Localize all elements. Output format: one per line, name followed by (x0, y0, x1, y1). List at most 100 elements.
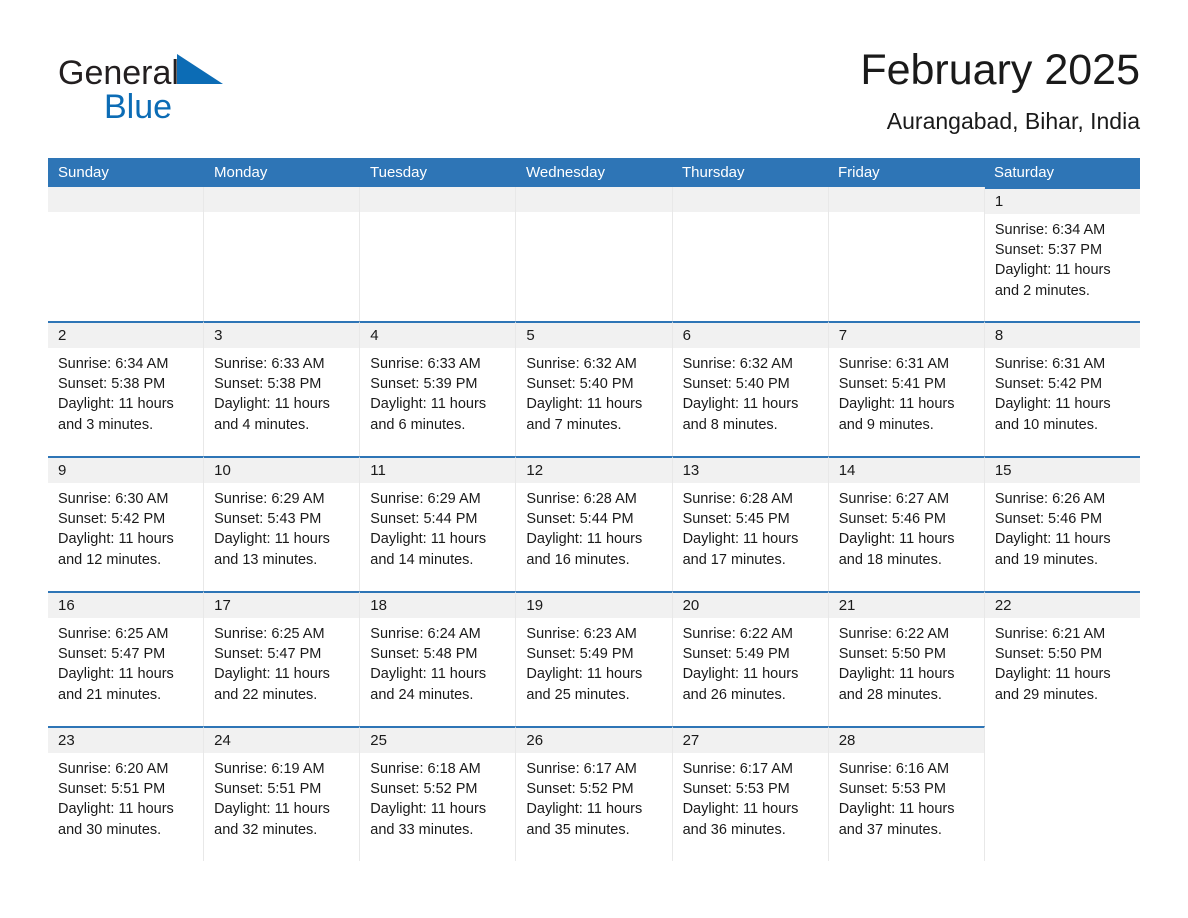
brand-logo-bottom-row: Blue (58, 86, 378, 128)
day-details: Sunrise: 6:34 AM Sunset: 5:38 PM Daylight:… (48, 348, 203, 435)
day-cell[interactable]: 23 Sunrise: 6:20 AM Sunset: 5:51 PM Dayligh… (48, 726, 205, 861)
day-cell[interactable]: 15 Sunrise: 6:26 AM Sunset: 5:46 PM Dayligh… (984, 456, 1140, 591)
day-cell[interactable]: 8 Sunrise: 6:31 AM Sunset: 5:42 PM Daylight… (984, 321, 1140, 456)
day-cell[interactable]: 18 Sunrise: 6:24 AM Sunset: 5:48 PM Dayligh… (360, 591, 517, 726)
day-number-band: 4 (360, 323, 516, 348)
day-number: 17 (214, 597, 231, 614)
daylight-text-line2: and 10 minutes. (994, 416, 1099, 433)
calendar-week-row: 16 Sunrise: 6:25 AM Sunset: 5:47 PM Dayligh… (48, 591, 1140, 726)
day-number: 14 (838, 462, 856, 479)
day-number-band: 24 (204, 728, 360, 753)
day-details: Sunrise: 6:29 AM Sunset: 5:44 PM Daylight:… (360, 483, 515, 570)
daylight-text-line2: and 25 minutes. (526, 686, 630, 703)
day-cell[interactable]: 2 Sunrise: 6:34 AM Sunset: 5:38 PM Daylight… (48, 321, 205, 456)
day-cell-empty (204, 187, 361, 321)
weekday-header-monday: Monday (214, 164, 268, 181)
day-cell[interactable]: 7 Sunrise: 6:31 AM Sunset: 5:41 PM Daylight… (828, 321, 985, 456)
daylight-text-line2: and 4 minutes. (214, 416, 310, 433)
day-cell[interactable]: 13 Sunrise: 6:28 AM Sunset: 5:45 PM Dayligh… (672, 456, 829, 591)
daylight-text-line2: and 36 minutes. (682, 821, 786, 838)
day-cell[interactable]: 11 Sunrise: 6:29 AM Sunset: 5:44 PM Dayligh… (360, 456, 517, 591)
day-cell[interactable]: 25 Sunrise: 6:18 AM Sunset: 5:52 PM Dayligh… (360, 726, 517, 861)
daylight-text-line2: and 18 minutes. (838, 551, 942, 568)
daylight-text-line2: and 3 minutes. (58, 416, 154, 433)
daylight-text-line1: Daylight: 11 hours (682, 531, 799, 548)
day-cell[interactable]: 20 Sunrise: 6:22 AM Sunset: 5:49 PM Dayligh… (672, 591, 829, 726)
daylight-text-line1: Daylight: 11 hours (58, 396, 174, 413)
sunrise-text: Sunrise: 6:17 AM (682, 761, 793, 777)
sunset-text: Sunset: 5:40 PM (526, 376, 634, 393)
daylight-text-line1: Daylight: 11 hours (682, 396, 799, 413)
daylight-text-line1: Daylight: 11 hours (370, 396, 487, 413)
day-number-band: 8 (984, 323, 1140, 348)
calendar-week-row: 23 Sunrise: 6:20 AM Sunset: 5:51 PM Dayligh… (48, 726, 1140, 861)
sunset-text: Sunset: 5:43 PM (214, 511, 322, 528)
day-cell[interactable]: 19 Sunrise: 6:23 AM Sunset: 5:49 PM Dayligh… (516, 591, 673, 726)
day-cell-empty (984, 726, 1140, 861)
daylight-text-line2: and 22 minutes. (214, 686, 318, 703)
day-number: 8 (994, 327, 1004, 344)
sunset-text: Sunset: 5:42 PM (994, 376, 1103, 393)
daylight-text-line2: and 19 minutes. (994, 551, 1099, 568)
day-number-band: 18 (360, 593, 516, 618)
day-details: Sunrise: 6:34 AM Sunset: 5:37 PM Daylight:… (985, 214, 1140, 301)
day-number: 18 (370, 597, 387, 614)
day-details: Sunrise: 6:23 AM Sunset: 5:49 PM Daylight:… (516, 618, 671, 705)
day-cell[interactable]: 9 Sunrise: 6:30 AM Sunset: 5:42 PM Daylight… (48, 456, 205, 591)
day-cell[interactable]: 14 Sunrise: 6:27 AM Sunset: 5:46 PM Dayligh… (828, 456, 985, 591)
day-cell[interactable]: 28 Sunrise: 6:16 AM Sunset: 5:53 PM Dayligh… (828, 726, 985, 861)
sunrise-text: Sunrise: 6:18 AM (370, 761, 481, 777)
sunrise-text: Sunrise: 6:26 AM (994, 491, 1106, 507)
sunrise-text: Sunrise: 6:34 AM (58, 356, 169, 372)
daylight-text-line2: and 8 minutes. (682, 416, 778, 433)
day-details: Sunrise: 6:22 AM Sunset: 5:49 PM Daylight:… (673, 618, 828, 705)
day-details: Sunrise: 6:22 AM Sunset: 5:50 PM Daylight:… (829, 618, 984, 705)
day-cell[interactable]: 6 Sunrise: 6:32 AM Sunset: 5:40 PM Daylight… (672, 321, 829, 456)
day-number: 27 (682, 732, 700, 749)
day-cell[interactable]: 12 Sunrise: 6:28 AM Sunset: 5:44 PM Dayligh… (516, 456, 673, 591)
day-cell[interactable]: 3 Sunrise: 6:33 AM Sunset: 5:38 PM Daylight… (204, 321, 361, 456)
day-cell[interactable]: 4 Sunrise: 6:33 AM Sunset: 5:39 PM Daylight… (360, 321, 517, 456)
day-details: Sunrise: 6:30 AM Sunset: 5:42 PM Daylight:… (48, 483, 203, 570)
sunrise-text: Sunrise: 6:31 AM (994, 356, 1106, 372)
day-number-band: 3 (204, 323, 360, 348)
day-cell[interactable]: 10 Sunrise: 6:29 AM Sunset: 5:43 PM Dayligh… (204, 456, 361, 591)
sunrise-text: Sunrise: 6:22 AM (682, 626, 793, 642)
sunset-text: Sunset: 5:48 PM (370, 646, 478, 663)
sunset-text: Sunset: 5:37 PM (994, 242, 1103, 259)
day-cell[interactable]: 5 Sunrise: 6:32 AM Sunset: 5:40 PM Daylight… (516, 321, 673, 456)
day-number-band: 6 (672, 323, 828, 348)
day-cell-empty (360, 187, 517, 321)
day-cell[interactable]: 21 Sunrise: 6:22 AM Sunset: 5:50 PM Dayligh… (828, 591, 985, 726)
daylight-text-line2: and 21 minutes. (58, 686, 162, 703)
day-details: Sunrise: 6:31 AM Sunset: 5:41 PM Daylight:… (829, 348, 984, 435)
day-number: 16 (58, 597, 75, 614)
day-number: 4 (370, 327, 379, 344)
daylight-text-line2: and 6 minutes. (370, 416, 466, 433)
day-cell[interactable]: 24 Sunrise: 6:19 AM Sunset: 5:51 PM Dayligh… (204, 726, 361, 861)
day-cell[interactable]: 22 Sunrise: 6:21 AM Sunset: 5:50 PM Dayligh… (984, 591, 1140, 726)
sunrise-text: Sunrise: 6:34 AM (994, 222, 1106, 238)
page-header: General Blue February 2025 Aurangabad, B… (48, 44, 1140, 148)
daylight-text-line2: and 13 minutes. (214, 551, 318, 568)
daylight-text-line2: and 24 minutes. (370, 686, 474, 703)
day-number-band: 16 (48, 593, 204, 618)
weekday-header-tuesday: Tuesday (370, 164, 427, 181)
day-cell[interactable]: 26 Sunrise: 6:17 AM Sunset: 5:52 PM Dayligh… (516, 726, 673, 861)
day-details: Sunrise: 6:29 AM Sunset: 5:43 PM Daylight:… (204, 483, 359, 570)
day-cell[interactable]: 17 Sunrise: 6:25 AM Sunset: 5:47 PM Dayligh… (204, 591, 361, 726)
day-number-band: 22 (984, 593, 1140, 618)
calendar-weeks: 1 Sunrise: 6:34 AM Sunset: 5:37 PM Daylight… (48, 187, 1140, 861)
day-number-band-empty (360, 187, 516, 212)
sunrise-text: Sunrise: 6:29 AM (214, 491, 325, 507)
day-cell[interactable]: 1 Sunrise: 6:34 AM Sunset: 5:37 PM Daylight… (984, 187, 1140, 321)
day-number-band: 15 (984, 458, 1140, 483)
sunset-text: Sunset: 5:42 PM (58, 511, 166, 528)
sunrise-text: Sunrise: 6:24 AM (370, 626, 481, 642)
day-cell[interactable]: 16 Sunrise: 6:25 AM Sunset: 5:47 PM Dayligh… (48, 591, 205, 726)
brand-logo[interactable]: General Blue (58, 52, 378, 138)
sunset-text: Sunset: 5:40 PM (682, 376, 790, 393)
daylight-text-line1: Daylight: 11 hours (994, 262, 1111, 279)
sunrise-text: Sunrise: 6:23 AM (526, 626, 637, 642)
day-cell[interactable]: 27 Sunrise: 6:17 AM Sunset: 5:53 PM Dayligh… (672, 726, 829, 861)
